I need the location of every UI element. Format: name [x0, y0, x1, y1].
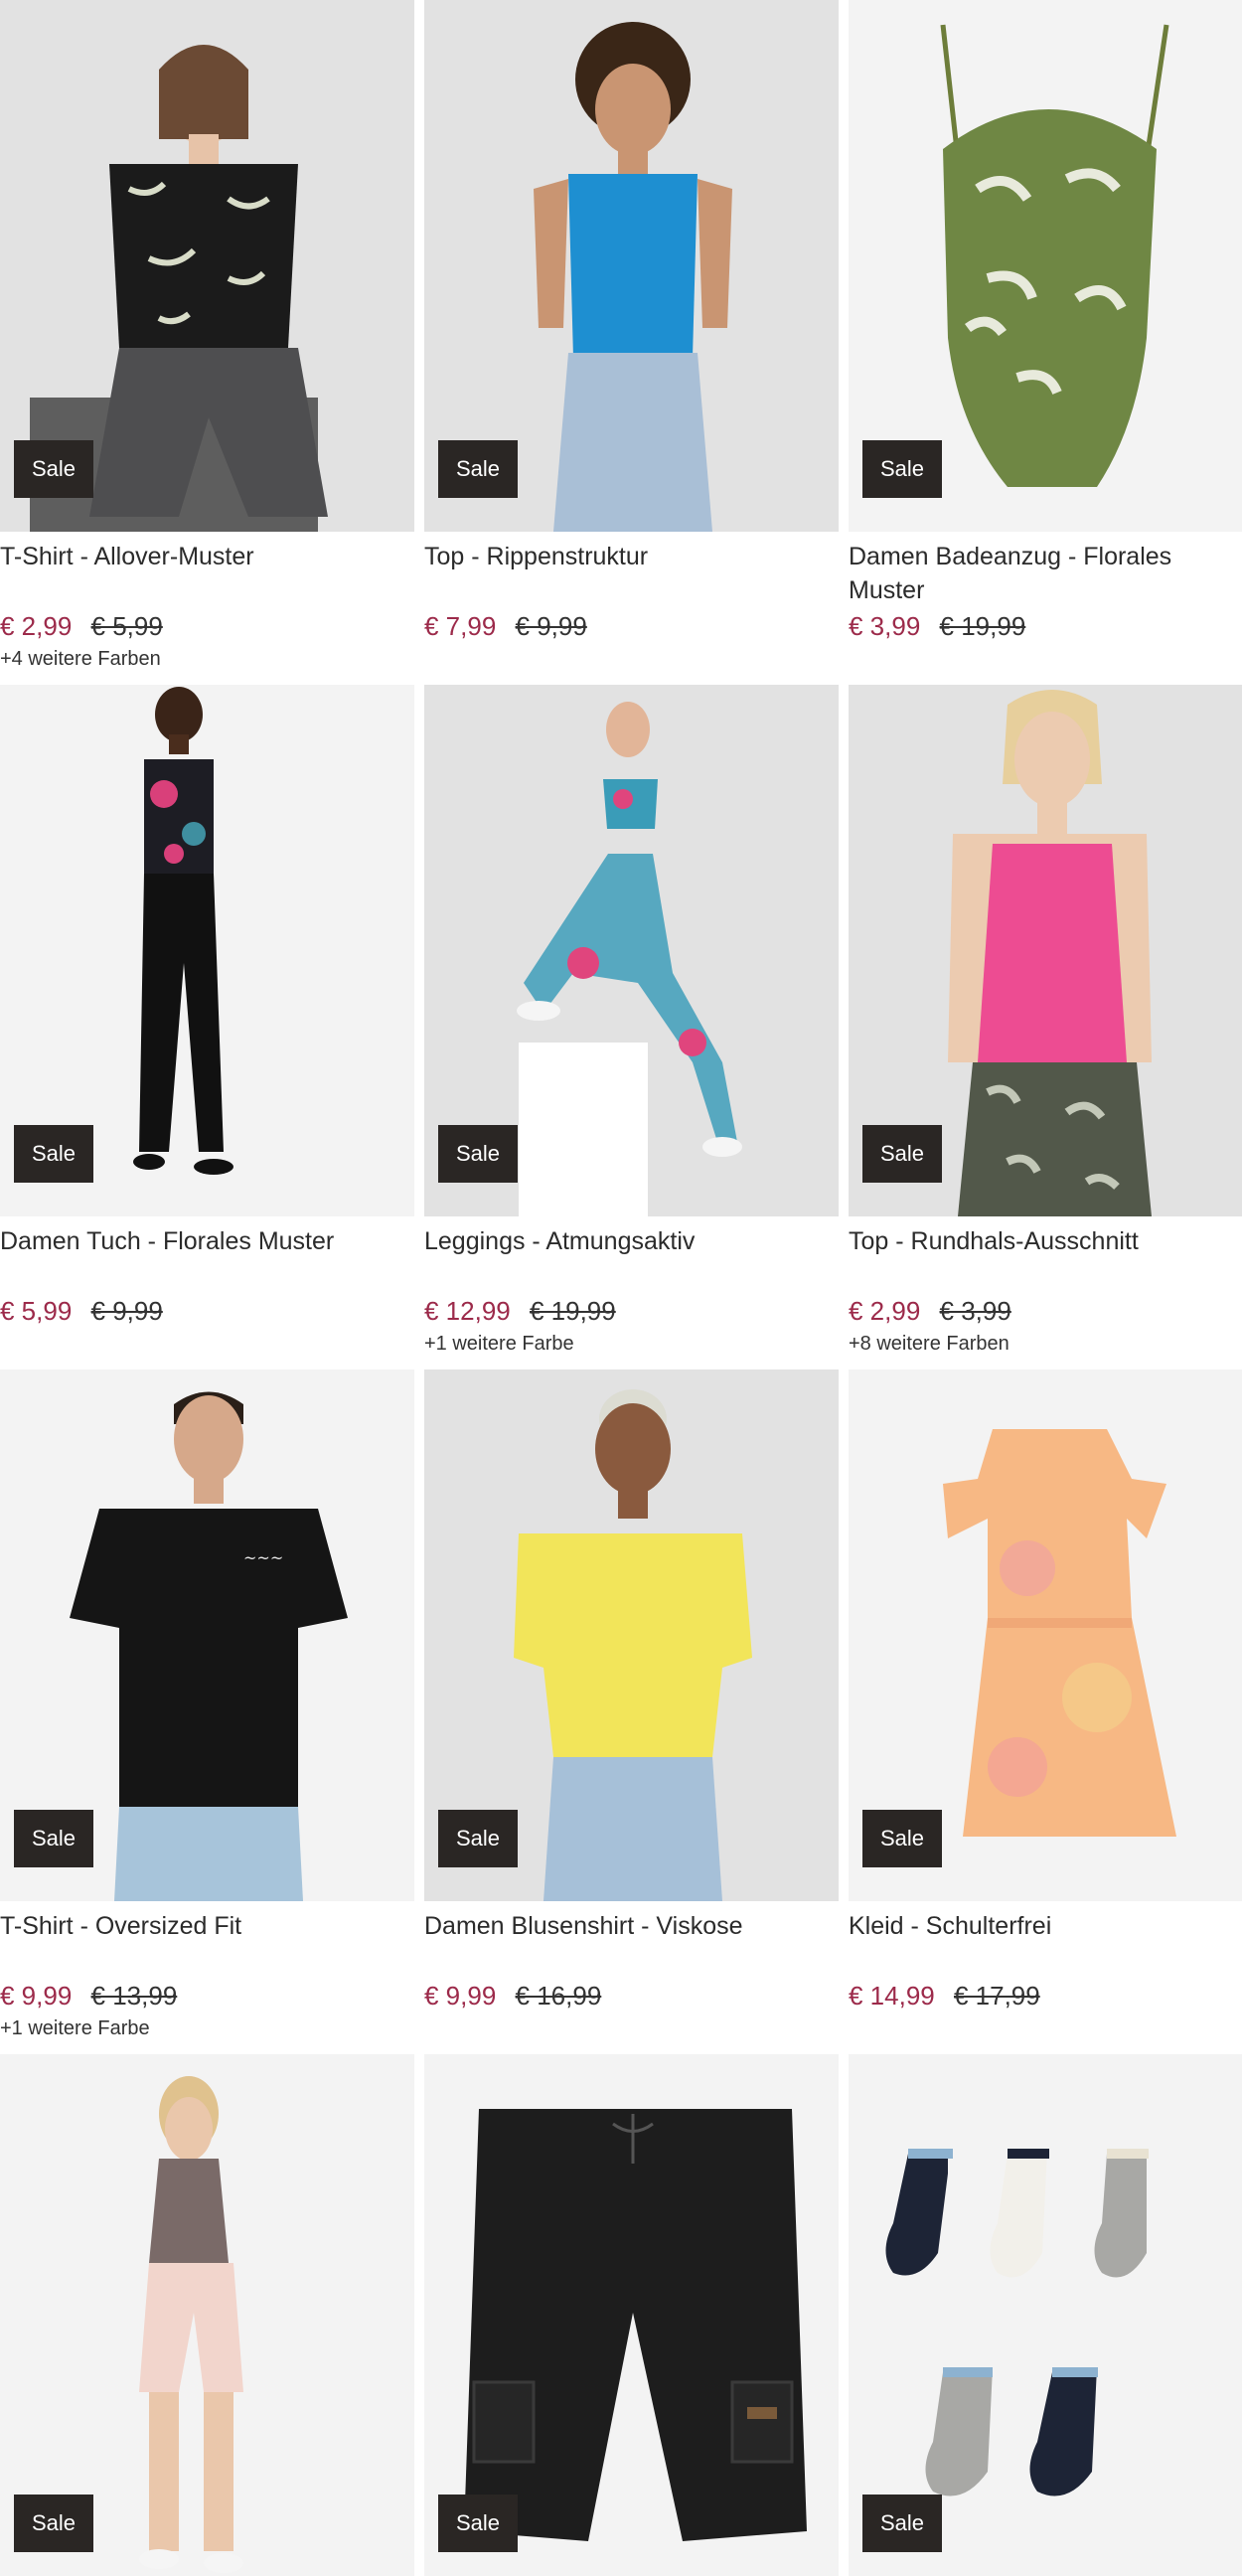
- sale-price: € 12,99: [424, 1296, 511, 1326]
- sale-badge: Sale: [14, 1125, 93, 1183]
- product-card[interactable]: Sale Leggings - Atmungsaktiv € 12,99 € 1…: [424, 685, 839, 1369]
- product-title[interactable]: Top - Rundhals-Ausschnitt: [849, 1224, 1242, 1294]
- more-colors[interactable]: +1 weitere Farbe: [0, 2014, 414, 2042]
- sale-badge: Sale: [438, 2495, 518, 2552]
- sale-price: € 2,99: [849, 1296, 921, 1326]
- price-row: € 2,99 € 3,99: [849, 1294, 1242, 1328]
- sale-badge: Sale: [14, 440, 93, 498]
- more-colors[interactable]: +8 weitere Farben: [849, 1330, 1242, 1358]
- original-price: € 3,99: [939, 1296, 1011, 1326]
- original-price: € 9,99: [515, 611, 587, 641]
- sale-price: € 9,99: [0, 1981, 73, 2011]
- price-row: € 9,99 € 13,99: [0, 1979, 414, 2012]
- product-card[interactable]: Sale: [849, 2054, 1242, 2576]
- sale-price: € 2,99: [0, 611, 73, 641]
- product-image[interactable]: Sale: [0, 685, 414, 1216]
- price-row: € 2,99 € 5,99: [0, 609, 414, 643]
- more-colors[interactable]: +1 weitere Farbe: [424, 1330, 839, 1358]
- product-image[interactable]: Sale: [0, 2054, 414, 2576]
- product-card[interactable]: Sale Damen Badeanzug - Florales Muster €…: [849, 0, 1242, 685]
- price-row: € 9,99 € 16,99: [424, 1979, 839, 2012]
- sale-badge: Sale: [862, 2495, 942, 2552]
- product-title[interactable]: T-Shirt - Oversized Fit: [0, 1909, 414, 1979]
- product-title[interactable]: Leggings - Atmungsaktiv: [424, 1224, 839, 1294]
- product-title[interactable]: Damen Badeanzug - Florales Muster: [849, 540, 1242, 609]
- sale-price: € 14,99: [849, 1981, 935, 2011]
- product-title[interactable]: Damen Tuch - Florales Muster: [0, 1224, 414, 1294]
- sale-badge: Sale: [862, 1125, 942, 1183]
- product-image[interactable]: ~~~ Sale: [0, 1369, 414, 1901]
- sale-badge: Sale: [438, 1125, 518, 1183]
- product-card[interactable]: Sale Top - Rippenstruktur € 7,99 € 9,99: [424, 0, 839, 685]
- price-row: € 12,99 € 19,99: [424, 1294, 839, 1328]
- product-grid: Sale T-Shirt - Allover-Muster € 2,99 € 5…: [0, 0, 1242, 2576]
- product-image[interactable]: Sale: [424, 2054, 839, 2576]
- product-image[interactable]: Sale: [424, 685, 839, 1216]
- sale-badge: Sale: [862, 440, 942, 498]
- product-card[interactable]: Sale Top - Rundhals-Ausschnitt € 2,99 € …: [849, 685, 1242, 1369]
- product-title[interactable]: Top - Rippenstruktur: [424, 540, 839, 609]
- original-price: € 19,99: [939, 611, 1026, 641]
- sale-price: € 3,99: [849, 611, 921, 641]
- sale-badge: Sale: [438, 440, 518, 498]
- sale-price: € 5,99: [0, 1296, 73, 1326]
- price-row: € 7,99 € 9,99: [424, 609, 839, 643]
- sale-price: € 9,99: [424, 1981, 497, 2011]
- product-image[interactable]: Sale: [849, 2054, 1242, 2576]
- sale-price: € 7,99: [424, 611, 497, 641]
- svg-text:~~~: ~~~: [243, 1548, 283, 1567]
- product-title[interactable]: Damen Blusenshirt - Viskose: [424, 1909, 839, 1979]
- product-card[interactable]: Sale: [424, 2054, 839, 2576]
- original-price: € 5,99: [90, 611, 163, 641]
- original-price: € 9,99: [90, 1296, 163, 1326]
- product-image[interactable]: Sale: [424, 1369, 839, 1901]
- product-card[interactable]: Sale T-Shirt - Allover-Muster € 2,99 € 5…: [0, 0, 414, 685]
- product-image[interactable]: Sale: [849, 0, 1242, 532]
- original-price: € 16,99: [515, 1981, 602, 2011]
- sale-badge: Sale: [14, 1810, 93, 1867]
- product-card[interactable]: Sale: [0, 2054, 414, 2576]
- product-image[interactable]: Sale: [849, 685, 1242, 1216]
- product-card[interactable]: ~~~ Sale T-Shirt - Oversized Fit € 9,99 …: [0, 1369, 414, 2054]
- price-row: € 3,99 € 19,99: [849, 609, 1242, 643]
- original-price: € 17,99: [953, 1981, 1040, 2011]
- product-image[interactable]: Sale: [424, 0, 839, 532]
- more-colors[interactable]: +4 weitere Farben: [0, 645, 414, 673]
- product-image[interactable]: Sale: [0, 0, 414, 532]
- product-card[interactable]: Sale Kleid - Schulterfrei € 14,99 € 17,9…: [849, 1369, 1242, 2054]
- sale-badge: Sale: [862, 1810, 942, 1867]
- product-title[interactable]: Kleid - Schulterfrei: [849, 1909, 1242, 1979]
- sale-badge: Sale: [438, 1810, 518, 1867]
- price-row: € 14,99 € 17,99: [849, 1979, 1242, 2012]
- product-title[interactable]: T-Shirt - Allover-Muster: [0, 540, 414, 609]
- product-card[interactable]: Sale Damen Tuch - Florales Muster € 5,99…: [0, 685, 414, 1369]
- sale-badge: Sale: [14, 2495, 93, 2552]
- price-row: € 5,99 € 9,99: [0, 1294, 414, 1328]
- product-card[interactable]: Sale Damen Blusenshirt - Viskose € 9,99 …: [424, 1369, 839, 2054]
- original-price: € 13,99: [90, 1981, 178, 2011]
- original-price: € 19,99: [529, 1296, 616, 1326]
- product-image[interactable]: Sale: [849, 1369, 1242, 1901]
